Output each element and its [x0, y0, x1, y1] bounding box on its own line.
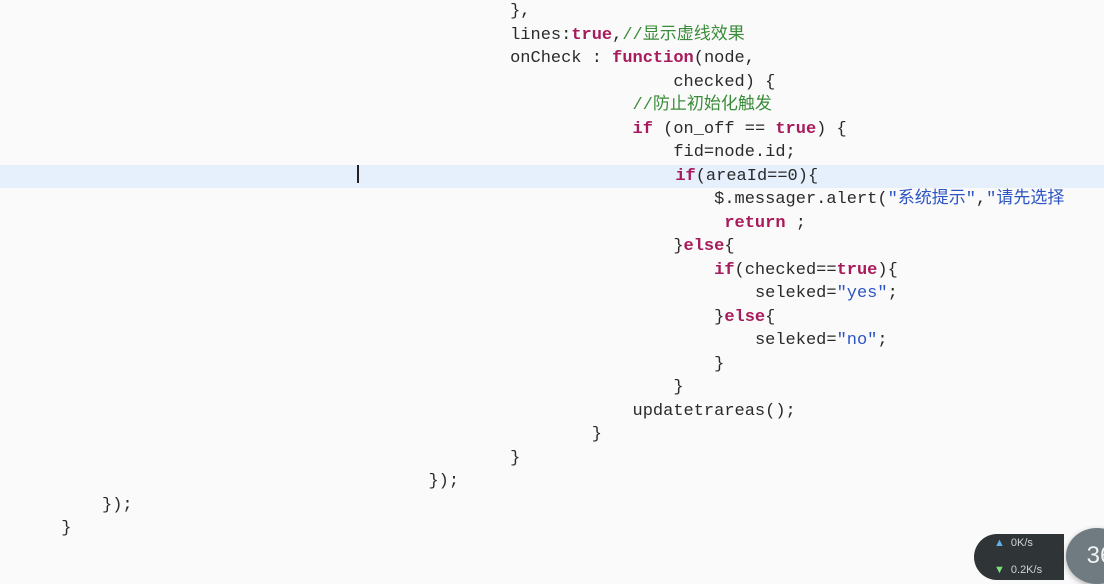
code-line[interactable]: seleked="yes"; — [0, 282, 1104, 306]
code-line[interactable]: }else{ — [0, 306, 1104, 330]
code-line[interactable]: if(areaId==0){ — [0, 165, 1104, 189]
token-punct: (node, — [694, 49, 755, 68]
code-line[interactable]: if(checked==true){ — [0, 259, 1104, 283]
token-cmt: //防止初始化触发 — [633, 96, 772, 115]
code-line[interactable]: }, — [0, 0, 1104, 24]
token-punct: } — [592, 425, 602, 444]
token-kw: if — [675, 167, 695, 186]
token-punct: } — [673, 237, 683, 256]
token-prop: lines: — [510, 26, 571, 45]
code-line[interactable]: if (on_off == true) { — [0, 118, 1104, 142]
code-line[interactable]: }); — [0, 494, 1104, 518]
download-speed: 0.2K/s — [1011, 559, 1042, 583]
token-punct: }); — [102, 496, 133, 515]
code-line[interactable]: seleked="no"; — [0, 329, 1104, 353]
token-kw: return — [724, 214, 785, 233]
token-prop: $.messager.alert( — [714, 190, 887, 209]
code-line[interactable]: updatetrareas(); — [0, 400, 1104, 424]
token-punct: ; — [786, 214, 806, 233]
code-line[interactable]: return ; — [0, 212, 1104, 236]
token-punct: ){ — [877, 261, 897, 280]
token-punct: }, — [510, 2, 530, 21]
token-prop: (checked== — [735, 261, 837, 280]
token-kw: else — [684, 237, 725, 256]
token-prop — [714, 214, 724, 233]
token-punct: { — [765, 308, 775, 327]
token-kw: function — [612, 49, 694, 68]
code-line[interactable]: }else{ — [0, 235, 1104, 259]
token-punct: , — [976, 190, 986, 209]
token-str: "系统提示" — [888, 190, 976, 209]
token-prop: onCheck : — [510, 49, 612, 68]
token-kw: if — [633, 120, 653, 139]
code-line[interactable]: lines:true,//显示虚线效果 — [0, 24, 1104, 48]
code-line[interactable]: } — [0, 517, 1104, 541]
code-line[interactable]: $.messager.alert("系统提示","请先选择 — [0, 188, 1104, 212]
code-line[interactable]: onCheck : function(node, — [0, 47, 1104, 71]
token-punct: checked) { — [673, 73, 775, 92]
token-kw: true — [571, 26, 612, 45]
token-punct: ) { — [816, 120, 847, 139]
token-punct: } — [61, 519, 71, 538]
network-speed-pill: ▲ 0K/s ▼ 0.2K/s — [974, 534, 1064, 580]
token-prop: (on_off == — [653, 120, 775, 139]
token-punct: } — [510, 449, 520, 468]
code-line[interactable]: } — [0, 353, 1104, 377]
token-str: "请先选择 — [986, 190, 1064, 209]
token-prop: seleked= — [755, 284, 837, 303]
code-line[interactable]: } — [0, 376, 1104, 400]
token-cmt: //显示虚线效果 — [622, 26, 744, 45]
token-prop: fid=node.id; — [673, 143, 795, 162]
code-line[interactable]: }); — [0, 470, 1104, 494]
download-arrow-icon: ▼ — [994, 559, 1005, 583]
token-punct: ; — [888, 284, 898, 303]
token-punct: , — [612, 26, 622, 45]
code-line[interactable]: } — [0, 447, 1104, 471]
token-kw: if — [714, 261, 734, 280]
code-line[interactable]: //防止初始化触发 — [0, 94, 1104, 118]
code-editor[interactable]: }, lines:true,//显示虚线效果 onCheck : functio… — [0, 0, 1104, 541]
token-kw: true — [775, 120, 816, 139]
token-punct: } — [714, 308, 724, 327]
token-punct: } — [673, 378, 683, 397]
token-str: "yes" — [837, 284, 888, 303]
token-punct: } — [714, 355, 724, 374]
code-line[interactable]: checked) { — [0, 71, 1104, 95]
token-prop: seleked= — [755, 331, 837, 350]
token-punct: ; — [877, 331, 887, 350]
token-punct: { — [724, 237, 734, 256]
token-kw: else — [724, 308, 765, 327]
token-prop: (areaId==0){ — [696, 167, 818, 186]
token-prop: updatetrareas(); — [633, 402, 796, 421]
token-kw: true — [837, 261, 878, 280]
text-cursor — [357, 165, 359, 183]
token-str: "no" — [837, 331, 878, 350]
token-punct: }); — [428, 472, 459, 491]
code-line[interactable]: fid=node.id; — [0, 141, 1104, 165]
code-line[interactable]: } — [0, 423, 1104, 447]
